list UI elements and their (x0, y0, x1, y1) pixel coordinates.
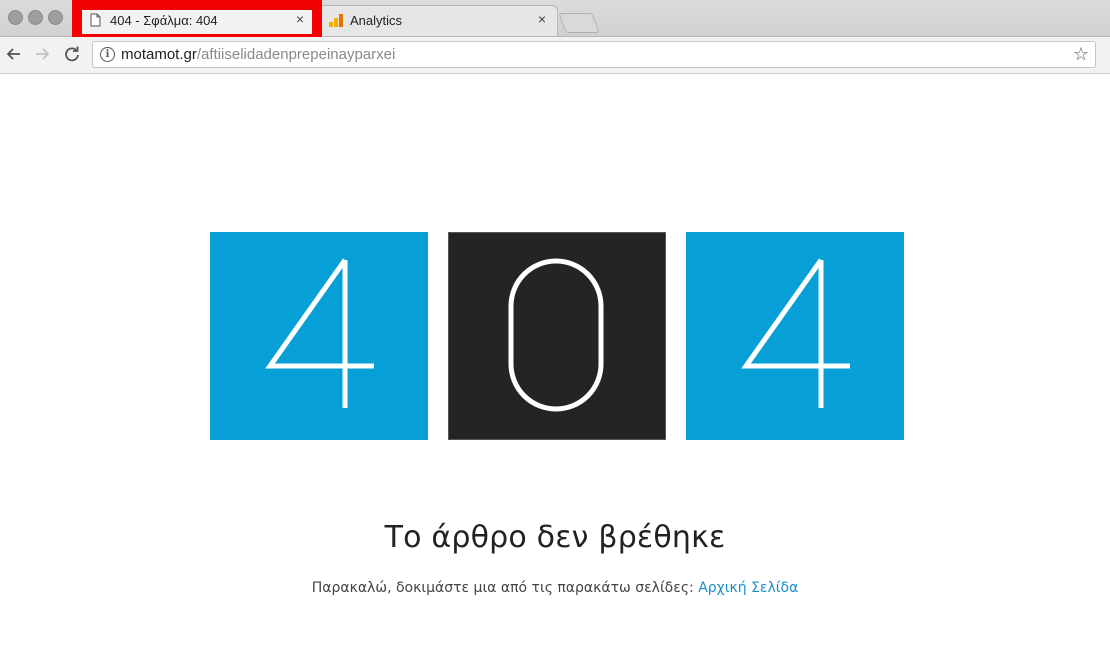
close-tab-icon[interactable]: × (538, 11, 546, 27)
tab-404-error[interactable]: 404 - Σφάλμα: 404 × (80, 5, 316, 36)
not-found-heading: Το άρθρο δεν βρέθηκε (384, 520, 726, 555)
minimize-window-button[interactable] (28, 10, 43, 25)
zoom-window-button[interactable] (48, 10, 63, 25)
tab-analytics[interactable]: Analytics × (318, 5, 558, 36)
digit-four-glyph (741, 258, 850, 408)
page-content: Το άρθρο δεν βρέθηκε Παρακαλώ, δοκιμάστε… (0, 74, 1110, 668)
new-tab-button[interactable] (558, 13, 600, 33)
reload-icon (65, 46, 79, 62)
url-text: motamot.gr/aftiiselidadenprepeinayparxei (121, 46, 395, 63)
digit-four-glyph (265, 258, 374, 408)
tab-title: Analytics (350, 13, 403, 28)
info-icon[interactable]: i (100, 47, 115, 62)
error-digit-tile-2 (448, 232, 666, 440)
close-tab-icon[interactable]: × (296, 11, 304, 27)
back-arrow-icon (6, 48, 20, 60)
close-window-button[interactable] (8, 10, 23, 25)
url-path: /aftiiselidadenprepeinayparxei (196, 46, 396, 63)
digit-zero-glyph (508, 258, 604, 412)
back-button[interactable] (3, 43, 25, 65)
suggestion-label: Παρακαλώ, δοκιμάστε μια από τις παρακάτω… (311, 580, 694, 596)
analytics-icon (329, 14, 343, 27)
address-bar[interactable]: i motamot.gr/aftiiselidadenprepeinayparx… (92, 41, 1096, 68)
forward-button[interactable] (31, 43, 53, 65)
toolbar: i motamot.gr/aftiiselidadenprepeinayparx… (0, 37, 1110, 74)
browser-window: 404 - Σφάλμα: 404 × Analytics × i motamo… (0, 0, 1110, 668)
document-icon (90, 13, 101, 27)
error-digit-tile-1 (210, 232, 428, 440)
forward-arrow-icon (36, 48, 50, 60)
reload-button[interactable] (61, 43, 83, 65)
suggestion-text: Παρακαλώ, δοκιμάστε μια από τις παρακάτω… (0, 580, 1110, 596)
error-digit-tile-3 (686, 232, 904, 440)
homepage-link[interactable]: Αρχική Σελίδα (698, 580, 798, 596)
tab-strip: 404 - Σφάλμα: 404 × Analytics × (0, 0, 1110, 37)
url-host: motamot.gr (121, 46, 197, 63)
tab-title: 404 - Σφάλμα: 404 (110, 13, 218, 28)
bookmark-star-icon[interactable]: ☆ (1073, 44, 1089, 65)
